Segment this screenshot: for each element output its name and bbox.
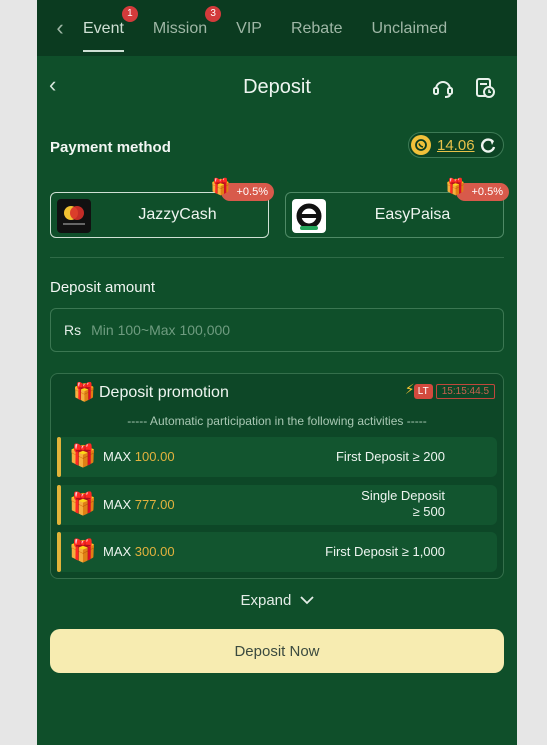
easypaisa-label: EasyPaisa [374,206,451,223]
row-condition: Single Deposit ≥ 500 [361,488,445,520]
payment-method-title: Payment method [50,139,171,156]
easypaisa-logo [292,199,326,233]
deposit-promotion-panel: 🎁 Deposit promotion ⚡ LT 15:15:44.5 -----… [50,373,504,579]
promotion-subtitle: ----- Automatic participation in the fol… [127,414,427,428]
top-back-icon[interactable]: ‹ [37,15,83,41]
row-max: MAX 300.00 [103,544,175,559]
currency-label: Rs [64,322,82,338]
row-max: MAX 777.00 [103,497,175,512]
promotion-timer: ⚡ LT 15:15:44.5 [405,381,495,399]
gift-icon: 🎁 [69,538,97,563]
tab-rebate-label: Rebate [290,20,343,37]
record-clock-icon[interactable] [473,76,497,100]
payment-easypaisa[interactable]: EasyPaisa 🎁 +0.5% [285,179,509,238]
tab-unclaimed-label: Unclaimed [371,20,448,37]
lt-label: LT [417,386,429,397]
deposit-amount-title: Deposit amount [50,279,156,296]
tab-mission-label: Mission [152,20,208,37]
divider [50,257,504,258]
tab-mission[interactable]: Mission 3 [152,6,222,38]
tab-mission-badge: 3 [205,6,222,22]
deposit-header: ‹ Deposit [37,62,517,114]
lightning-icon: ⚡ [404,381,415,397]
row-max-value: 300.00 [134,544,175,559]
refresh-icon[interactable] [479,136,497,154]
promotion-row[interactable]: 🎁 MAX 777.00 Single Deposit ≥ 500 [57,485,497,525]
headset-icon[interactable] [431,76,455,100]
promotion-row[interactable]: 🎁 MAX 100.00 First Deposit ≥ 200 [57,437,497,477]
amount-field[interactable]: Rs [50,308,504,352]
row-max-value: 777.00 [134,497,175,512]
expand-button[interactable]: Expand [37,592,517,609]
row-accent [57,437,61,477]
easypaisa-bonus: +0.5% [471,186,504,198]
gift-icon: 🎁 [445,179,466,196]
row-condition-line1: Single Deposit [361,488,445,503]
row-accent [57,485,61,525]
tab-event-label: Event [83,20,124,37]
wallet-icon [411,135,431,155]
jazzycash-bonus-badge: 🎁 +0.5% [211,179,274,201]
tab-vip-label: VIP [236,20,262,37]
tab-event[interactable]: Event 1 [83,6,138,52]
gift-icon: 🎁 [73,382,96,402]
balance-value: 14.06 [437,136,475,154]
balance-pill[interactable]: 14.06 [408,132,504,158]
deposit-screen: ‹ Event 1 Mission 3 VIP Rebate Unclaimed… [37,0,517,745]
deposit-now-button[interactable]: Deposit Now [50,629,504,673]
row-condition-line2: ≥ 500 [412,504,445,519]
gift-icon: 🎁 [69,443,97,468]
tab-rebate[interactable]: Rebate [291,18,343,38]
row-max-value: 100.00 [134,449,175,464]
tab-unclaimed[interactable]: Unclaimed [372,18,448,38]
countdown: 15:15:44.5 [435,384,495,399]
limited-time-badge: ⚡ LT [405,381,433,399]
jazzycash-label: JazzyCash [138,206,217,223]
amount-input[interactable] [89,321,474,339]
tab-vip[interactable]: VIP [236,18,262,38]
row-condition: First Deposit ≥ 200 [335,449,445,464]
promotion-row[interactable]: 🎁 MAX 300.00 First Deposit ≥ 1,000 [57,532,497,572]
jazzycash-logo [57,199,91,233]
easypaisa-bonus-badge: 🎁 +0.5% [446,179,509,201]
chevron-down-icon [299,596,314,605]
top-tab-bar: ‹ Event 1 Mission 3 VIP Rebate Unclaimed [37,0,517,56]
payment-jazzycash[interactable]: JazzyCash 🎁 +0.5% [50,179,274,238]
expand-label: Expand [240,592,292,609]
row-condition: First Deposit ≥ 1,000 [325,544,445,559]
gift-icon: 🎁 [210,179,231,196]
row-accent [57,532,61,572]
gift-icon: 🎁 [69,491,97,516]
promotion-title: Deposit promotion [99,384,229,401]
row-max: MAX 100.00 [103,449,175,464]
tab-event-badge: 1 [121,6,138,22]
jazzycash-bonus: +0.5% [236,186,269,198]
